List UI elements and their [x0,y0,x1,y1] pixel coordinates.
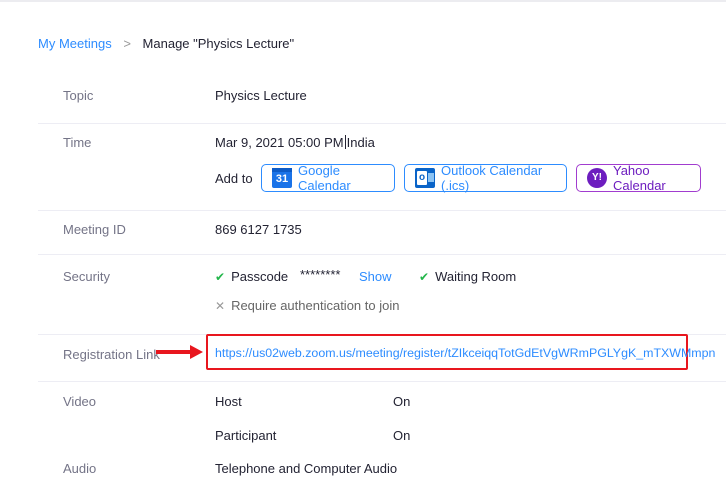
breadcrumb: My Meetings > Manage "Physics Lecture" [38,36,294,51]
add-to-label: Add to [215,171,253,186]
security-row: Security ✔ Passcode ******** Show ✔ Waitin… [38,255,726,335]
red-arrow-annotation [156,345,204,359]
video-host-label: Host [215,394,242,409]
meeting-id-label: Meeting ID [63,222,126,237]
registration-highlight-box: https://us02web.zoom.us/meeting/register… [206,334,715,370]
video-label: Video [63,394,97,409]
outlook-calendar-label: Outlook Calendar (.ics) [441,163,543,193]
require-auth-cross-icon: ✕ [215,299,226,313]
passcode-label: Passcode [231,269,289,284]
breadcrumb-separator: > [123,36,131,51]
time-row: Time Mar 9, 2021 05:00 PM India Add to 31… [38,124,726,211]
video-participant-value: On [393,428,411,443]
require-auth-label: Require authentication to join [231,298,400,313]
waiting-room-check-icon: ✔ [419,270,430,284]
text-cursor [344,135,346,149]
time-value-datetime: Mar 9, 2021 05:00 PM [215,135,344,150]
video-host-value: On [393,394,411,409]
video-row: Video Host On Participant On [38,382,726,452]
waiting-room-label: Waiting Room [435,269,517,284]
arrow-head [190,345,203,359]
topic-row: Topic Physics Lecture [38,70,726,124]
video-participant-label: Participant [215,428,277,443]
topic-value: Physics Lecture [215,88,307,103]
audio-label: Audio [63,461,97,476]
registration-link-label: Registration Link [63,347,160,362]
audio-row: Audio Telephone and Computer Audio [38,452,726,492]
breadcrumb-current-page: Manage "Physics Lecture" [142,36,295,51]
registration-url-link[interactable]: https://us02web.zoom.us/meeting/register… [215,346,715,360]
top-divider [0,0,726,2]
meeting-id-row: Meeting ID 869 6127 1735 [38,211,726,255]
google-calendar-label: Google Calendar [298,163,351,193]
meeting-id-value: 869 6127 1735 [215,222,302,237]
yahoo-calendar-button[interactable]: Y! Yahoo Calendar [576,163,701,193]
yahoo-calendar-label: Yahoo Calendar [613,163,666,193]
yahoo-calendar-icon: Y! [587,168,607,188]
time-value-timezone: India [346,135,375,150]
google-calendar-button[interactable]: 31 Google Calendar [261,163,395,193]
passcode-item: ✔ Passcode [215,269,288,284]
time-label: Time [63,135,92,150]
require-auth-item: ✕ Require authentication to join [215,298,399,313]
outlook-calendar-icon: o [415,168,435,188]
audio-value: Telephone and Computer Audio [215,461,398,476]
time-value: Mar 9, 2021 05:00 PM India [215,135,375,150]
topic-label: Topic [63,88,94,103]
breadcrumb-my-meetings-link[interactable]: My Meetings [38,36,112,51]
google-calendar-icon: 31 [272,168,292,188]
outlook-letter: o [417,171,427,185]
outlook-calendar-button[interactable]: o Outlook Calendar (.ics) [404,163,567,193]
arrow-shaft [156,350,192,354]
waiting-room-item: ✔ Waiting Room [419,269,516,284]
outlook-envelope-shape [428,173,434,182]
show-passcode-link[interactable]: Show [359,269,392,284]
passcode-check-icon: ✔ [215,270,226,284]
security-label: Security [63,269,110,284]
passcode-value: ******** [300,267,341,282]
